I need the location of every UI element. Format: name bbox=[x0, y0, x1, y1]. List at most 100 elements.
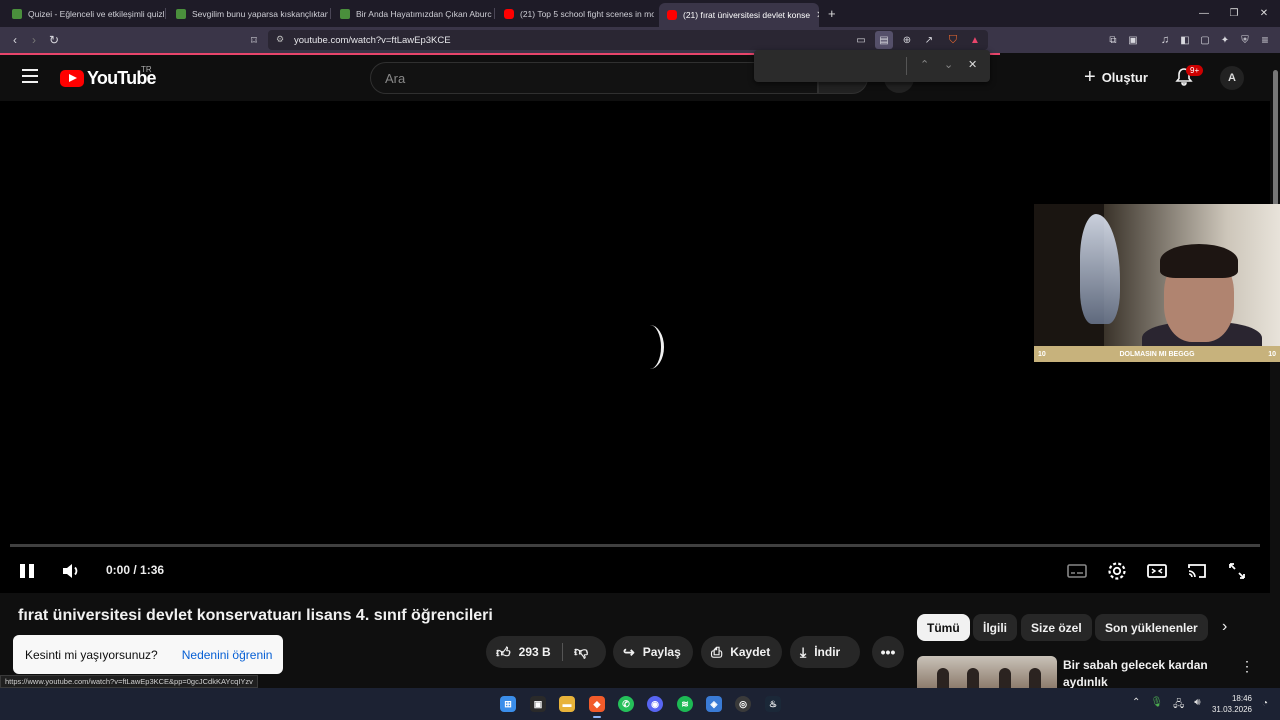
avatar[interactable]: A bbox=[1220, 66, 1244, 90]
bookmark-icon[interactable]: ⌑ bbox=[245, 31, 263, 49]
extensions-icon[interactable]: ⧉ bbox=[1104, 31, 1122, 49]
menu-icon[interactable]: ≡ bbox=[1256, 31, 1274, 49]
subtitles-icon[interactable] bbox=[1066, 560, 1088, 582]
create-label: Oluştur bbox=[1101, 69, 1148, 85]
spotify-icon[interactable]: ≋ bbox=[677, 696, 693, 712]
recommendation-title[interactable]: Bir sabah gelecek kardan aydınlık bbox=[1063, 657, 1223, 691]
site-info-icon[interactable]: ⚙ bbox=[276, 34, 284, 45]
tray-chevron-icon[interactable]: ⌃ bbox=[1132, 697, 1140, 714]
video-title: fırat üniversitesi devlet konservatuarı … bbox=[18, 607, 493, 624]
crypto-wallet-icon[interactable]: ▢ bbox=[1196, 31, 1214, 49]
task-view-icon[interactable]: ▣ bbox=[530, 696, 546, 712]
wallet-icon[interactable]: ▣ bbox=[1124, 31, 1142, 49]
cast-icon[interactable] bbox=[1186, 560, 1208, 582]
youtube-favicon-icon bbox=[504, 8, 514, 19]
whatsapp-icon[interactable]: ✆ bbox=[618, 696, 634, 712]
find-previous-icon[interactable]: ⌃ bbox=[920, 58, 929, 71]
zoom-icon[interactable]: ⊕ bbox=[898, 31, 916, 49]
like-icon[interactable]: 👍︎ bbox=[496, 644, 511, 661]
like-count[interactable]: 293 B bbox=[519, 645, 551, 659]
share-button[interactable]: ↪ Paylaş bbox=[613, 636, 693, 668]
system-tray: ⌃ 🎙︎ 🖧︎ 🔊︎ bbox=[1132, 697, 1201, 714]
theater-mode-icon[interactable] bbox=[1146, 560, 1168, 582]
volume-icon[interactable] bbox=[60, 560, 82, 582]
back-icon[interactable]: ‹ bbox=[6, 31, 24, 49]
share-icon[interactable]: ↗ bbox=[920, 31, 938, 49]
recommendation-thumbnail[interactable] bbox=[917, 656, 1057, 688]
pause-button[interactable] bbox=[18, 562, 36, 580]
microphone-icon[interactable]: 🎙︎ bbox=[1150, 697, 1163, 714]
webcam-person-hair bbox=[1160, 244, 1238, 278]
leo-ai-icon[interactable]: ✦ bbox=[1216, 31, 1234, 49]
find-close-icon[interactable]: ✕ bbox=[968, 58, 977, 71]
file-explorer-icon[interactable]: ▬ bbox=[559, 696, 575, 712]
link-status-bar: https://www.youtube.com/watch?v=ftLawEp3… bbox=[0, 675, 258, 688]
toast-message: Kesinti mi yaşıyorsunuz? bbox=[25, 647, 158, 662]
obs-icon[interactable]: ◎ bbox=[735, 696, 751, 712]
progress-bar[interactable] bbox=[10, 544, 1260, 547]
taskbar-clock[interactable]: 18:46 31.03.2026 bbox=[1208, 693, 1252, 715]
close-window-icon[interactable]: ✕ bbox=[1248, 0, 1280, 27]
vpn-shield-icon[interactable]: ⛨ bbox=[1236, 31, 1254, 49]
sidebar-icon[interactable]: ◧ bbox=[1176, 31, 1194, 49]
bookmark-icon: ⎙ bbox=[711, 643, 723, 660]
loading-spinner bbox=[636, 325, 664, 369]
new-tab-button[interactable]: + bbox=[828, 6, 836, 21]
more-actions-button[interactable]: ••• bbox=[872, 636, 904, 668]
reload-icon[interactable]: ↻ bbox=[45, 31, 63, 49]
steam-icon[interactable]: ♨ bbox=[765, 696, 781, 712]
site-favicon-icon bbox=[340, 8, 350, 19]
forward-icon[interactable]: › bbox=[25, 31, 43, 49]
brave-shields-icon[interactable]: ⛉ bbox=[944, 31, 962, 49]
browser-tab[interactable]: Sevgilim bunu yaparsa kıskançlıktan ö bbox=[168, 0, 328, 27]
toast-learn-more-link[interactable]: Nedenini öğrenin bbox=[182, 648, 273, 662]
search-input[interactable]: Ara bbox=[370, 62, 818, 94]
country-code: TR bbox=[141, 65, 152, 74]
network-icon[interactable]: 🖧︎ bbox=[1173, 697, 1184, 714]
browser-tab-strip: Quizei - Eğlenceli ve etkileşimli quizle… bbox=[0, 0, 1280, 27]
reader-mode-icon[interactable]: ▤ bbox=[875, 31, 893, 49]
webcam-overlay: 10 DOLMASIN MI BEGGG 10 bbox=[1034, 204, 1280, 362]
tab-title: Quizei - Eğlenceli ve etkileşimli quizle bbox=[28, 8, 164, 19]
download-icon: ⤓ bbox=[800, 643, 807, 660]
chevron-right-icon[interactable]: › bbox=[1222, 618, 1227, 636]
chip-all[interactable]: Tümü bbox=[917, 614, 970, 641]
create-button[interactable]: + Oluştur bbox=[1084, 67, 1148, 87]
browser-tab[interactable]: (21) Top 5 school fight scenes in mov bbox=[496, 0, 654, 27]
save-button[interactable]: ⎙ Kaydet bbox=[701, 636, 782, 668]
chip-related[interactable]: İlgili bbox=[973, 614, 1017, 641]
dislike-icon[interactable]: 👎︎ bbox=[574, 643, 588, 660]
recommendation-menu-icon[interactable]: ⋮ bbox=[1240, 658, 1254, 675]
browser-tab-active[interactable]: (21) fırat üniversitesi devlet konse ✕ bbox=[659, 3, 819, 27]
windows-start-icon[interactable]: ⊞ bbox=[500, 696, 516, 712]
discord-icon[interactable]: ◉ bbox=[647, 696, 663, 712]
banner-right-count: 10 bbox=[1268, 350, 1276, 358]
speaker-icon[interactable]: 🔊︎ bbox=[1194, 697, 1200, 714]
media-icon[interactable]: ♫ bbox=[1156, 31, 1174, 49]
minimize-icon[interactable]: — bbox=[1188, 0, 1220, 27]
youtube-header: YouTube TR Ara + Oluştur 9+ A bbox=[0, 55, 1270, 101]
like-separator bbox=[562, 643, 563, 661]
chip-recently-uploaded[interactable]: Son yüklenenler bbox=[1095, 614, 1208, 641]
restore-icon[interactable]: ❐ bbox=[1218, 0, 1250, 27]
fullscreen-icon[interactable] bbox=[1226, 560, 1248, 582]
url-text: youtube.com/watch?v=ftLawEp3KCE bbox=[294, 34, 451, 46]
tab-title: Bir Anda Hayatımızdan Çıkan Aburcu bbox=[356, 8, 492, 19]
browser-tab[interactable]: Quizei - Eğlenceli ve etkileşimli quizle bbox=[4, 0, 164, 27]
guide-menu-icon[interactable] bbox=[22, 69, 38, 83]
brave-rewards-icon[interactable]: ▲ bbox=[966, 31, 984, 49]
close-tab-icon[interactable]: ✕ bbox=[816, 10, 819, 21]
avatar-letter: A bbox=[1228, 72, 1236, 84]
time-display: 0:00 / 1:36 bbox=[106, 563, 165, 577]
find-next-icon[interactable]: ⌄ bbox=[944, 58, 953, 71]
cast-icon[interactable]: ▭ bbox=[852, 31, 870, 49]
brave-browser-icon[interactable]: ◆ bbox=[589, 696, 605, 718]
webcam-banner: 10 DOLMASIN MI BEGGG 10 bbox=[1034, 346, 1280, 362]
download-button[interactable]: ⤓ İndir bbox=[790, 636, 860, 668]
notification-center-icon[interactable]: ◔ bbox=[1262, 698, 1268, 709]
network-app-icon[interactable]: ◈ bbox=[706, 696, 722, 712]
chip-for-you[interactable]: Size özel bbox=[1021, 614, 1092, 641]
browser-tab[interactable]: Bir Anda Hayatımızdan Çıkan Aburcu bbox=[332, 0, 492, 27]
scrollbar-thumb[interactable] bbox=[1273, 70, 1278, 206]
settings-gear-icon[interactable] bbox=[1106, 560, 1128, 582]
